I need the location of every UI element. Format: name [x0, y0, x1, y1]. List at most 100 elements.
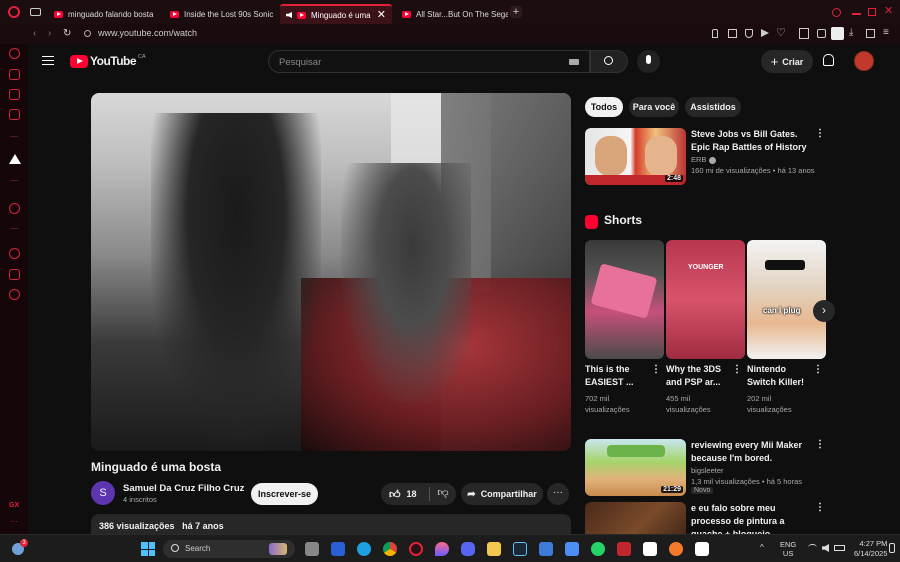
tab-all-star-sega[interactable]: All Star...But On The Sega — [396, 4, 508, 24]
chip-para-voce[interactable]: Para você — [629, 97, 679, 117]
notes-app-icon[interactable] — [331, 542, 345, 556]
shield-icon[interactable] — [745, 29, 753, 38]
steam-app-icon[interactable] — [513, 542, 527, 556]
hamburger-menu-icon[interactable] — [42, 56, 54, 65]
extensions-icon[interactable] — [817, 29, 826, 38]
site-info-icon[interactable] — [84, 30, 91, 37]
create-button[interactable]: + Criar — [761, 50, 813, 73]
share-button[interactable]: ➦ Compartilhar — [461, 483, 543, 505]
more-vert-icon[interactable]: ⋮ — [815, 502, 825, 513]
reload-icon[interactable]: ↻ — [63, 28, 71, 39]
channel-avatar[interactable]: S — [91, 481, 115, 505]
maximize-icon[interactable] — [868, 8, 876, 16]
messenger-icon[interactable] — [9, 109, 20, 120]
search-tabs-icon[interactable] — [832, 8, 841, 17]
language-indicator[interactable]: ENG US — [780, 540, 796, 558]
short-card[interactable]: can I plug Nintendo Switch Killer! 202 m… — [747, 240, 827, 420]
download-icon[interactable]: ⤓ — [849, 27, 853, 38]
heart-icon[interactable]: ♡ — [776, 26, 786, 39]
back-icon[interactable]: ‹ — [33, 28, 36, 39]
edge-app-icon[interactable] — [357, 542, 371, 556]
chip-todos[interactable]: Todos — [585, 97, 623, 117]
tab-inside-lost-sonic[interactable]: Inside the Lost 90s Sonic — [164, 4, 276, 24]
tab-overview-icon[interactable] — [30, 8, 41, 16]
capcut-app-icon[interactable] — [643, 542, 657, 556]
app-icon[interactable] — [539, 542, 553, 556]
subscribe-button[interactable]: Inscrever-se — [251, 483, 318, 505]
menu-icon[interactable]: ≡ — [883, 27, 889, 38]
more-vert-icon[interactable]: ⋮ — [732, 364, 742, 375]
like-button[interactable]: 👍︎ 18 — [381, 483, 429, 505]
video-player[interactable] — [91, 93, 571, 451]
shorts-next-button[interactable]: › — [813, 300, 835, 322]
capcut-secondary-app-icon[interactable] — [695, 542, 709, 556]
more-vert-icon[interactable]: ⋮ — [813, 364, 823, 375]
tab-minguado-active[interactable]: Minguado é uma ✕ — [280, 4, 392, 24]
short-card[interactable]: This is the EASIEST ... 702 mil visualiz… — [585, 240, 665, 420]
opera-gx-app-icon[interactable] — [409, 542, 423, 556]
red-app-icon[interactable] — [617, 542, 631, 556]
whatsapp-app-icon[interactable] — [591, 542, 605, 556]
short-card[interactable]: YOUNGER Why the 3DS and PSP ar... 455 mi… — [666, 240, 746, 420]
more-dots-icon[interactable]: ··· — [10, 517, 18, 526]
opera-logo-icon[interactable] — [8, 6, 20, 18]
settings-icon[interactable] — [9, 289, 20, 300]
volume-icon[interactable] — [822, 544, 829, 552]
recommended-video[interactable]: 21:29 reviewing every Mii Maker because … — [585, 439, 875, 497]
tab-minguado-falando[interactable]: minguado falando bosta — [48, 4, 160, 24]
gx-control-icon[interactable] — [9, 69, 20, 80]
blender-app-icon[interactable] — [669, 542, 683, 556]
more-vert-icon[interactable]: ⋮ — [815, 128, 825, 139]
recommended-title: Steve Jobs vs Bill Gates. Epic Rap Battl… — [691, 129, 807, 152]
recommended-channel: bigsleeter — [691, 466, 724, 475]
youtube-logo[interactable]: YouTube CA — [70, 54, 146, 68]
minimize-icon[interactable] — [852, 13, 861, 15]
battery-icon[interactable] — [834, 545, 845, 551]
files-app-icon[interactable] — [487, 542, 501, 556]
taskbar-search-box[interactable]: Search — [163, 540, 295, 558]
new-tab-icon[interactable]: + — [510, 6, 522, 18]
url-field[interactable]: www.youtube.com/watch — [98, 28, 197, 38]
wifi-icon[interactable] — [808, 544, 817, 551]
description-box[interactable]: 386 visualizações há 7 anos — [91, 514, 571, 534]
recommended-video[interactable]: 2:48 Steve Jobs vs Bill Gates. Epic Rap … — [585, 128, 875, 186]
easy-setup-icon[interactable] — [866, 29, 875, 38]
player-icon[interactable] — [9, 203, 20, 214]
more-actions-button[interactable]: ··· — [547, 483, 569, 505]
more-vert-icon[interactable]: ⋮ — [815, 439, 825, 450]
chrome-app-icon[interactable] — [383, 542, 397, 556]
start-windows-icon[interactable] — [141, 542, 155, 556]
drop-app-icon[interactable] — [435, 542, 449, 556]
search-button[interactable] — [590, 50, 628, 73]
twitch-icon[interactable] — [799, 28, 809, 39]
send-icon[interactable] — [761, 29, 769, 37]
notification-center-icon[interactable] — [889, 543, 895, 553]
account-avatar[interactable] — [854, 51, 874, 71]
forward-icon[interactable]: › — [48, 28, 51, 39]
pin-icon[interactable] — [712, 29, 718, 38]
recommended-video[interactable]: e eu falo sobre meu processo de pintura … — [585, 502, 875, 534]
ai-icon[interactable] — [9, 154, 21, 164]
search-input[interactable]: Pesquisar — [268, 50, 590, 73]
more-vert-icon[interactable]: ⋮ — [651, 364, 661, 375]
screenshot-icon[interactable] — [728, 29, 737, 38]
voice-search-button[interactable] — [637, 50, 660, 73]
chip-assistidos[interactable]: Assistidos — [685, 97, 741, 117]
keyboard-icon[interactable] — [569, 59, 579, 65]
store-app-icon[interactable] — [565, 542, 579, 556]
notifications-bell-icon[interactable] — [823, 54, 834, 66]
file-manager-app-icon[interactable] — [305, 542, 319, 556]
speed-dial-icon[interactable] — [9, 48, 20, 59]
extensions-sidebar-icon[interactable] — [9, 269, 20, 280]
close-tab-icon[interactable]: ✕ — [377, 8, 386, 21]
clock[interactable]: 4:27 PM 6/14/2025 — [854, 539, 887, 559]
tray-chevron-icon[interactable]: ^ — [760, 543, 764, 552]
plus-icon: + — [770, 54, 779, 69]
close-window-icon[interactable]: ✕ — [884, 4, 893, 17]
dislike-button[interactable]: 👎︎ — [432, 486, 454, 502]
history-icon[interactable] — [9, 248, 20, 259]
profile-extension-icon[interactable] — [831, 27, 844, 40]
discord-app-icon[interactable] — [461, 542, 475, 556]
channel-name[interactable]: Samuel Da Cruz Filho Cruz — [123, 483, 244, 494]
gx-corner-icon[interactable] — [9, 89, 20, 100]
